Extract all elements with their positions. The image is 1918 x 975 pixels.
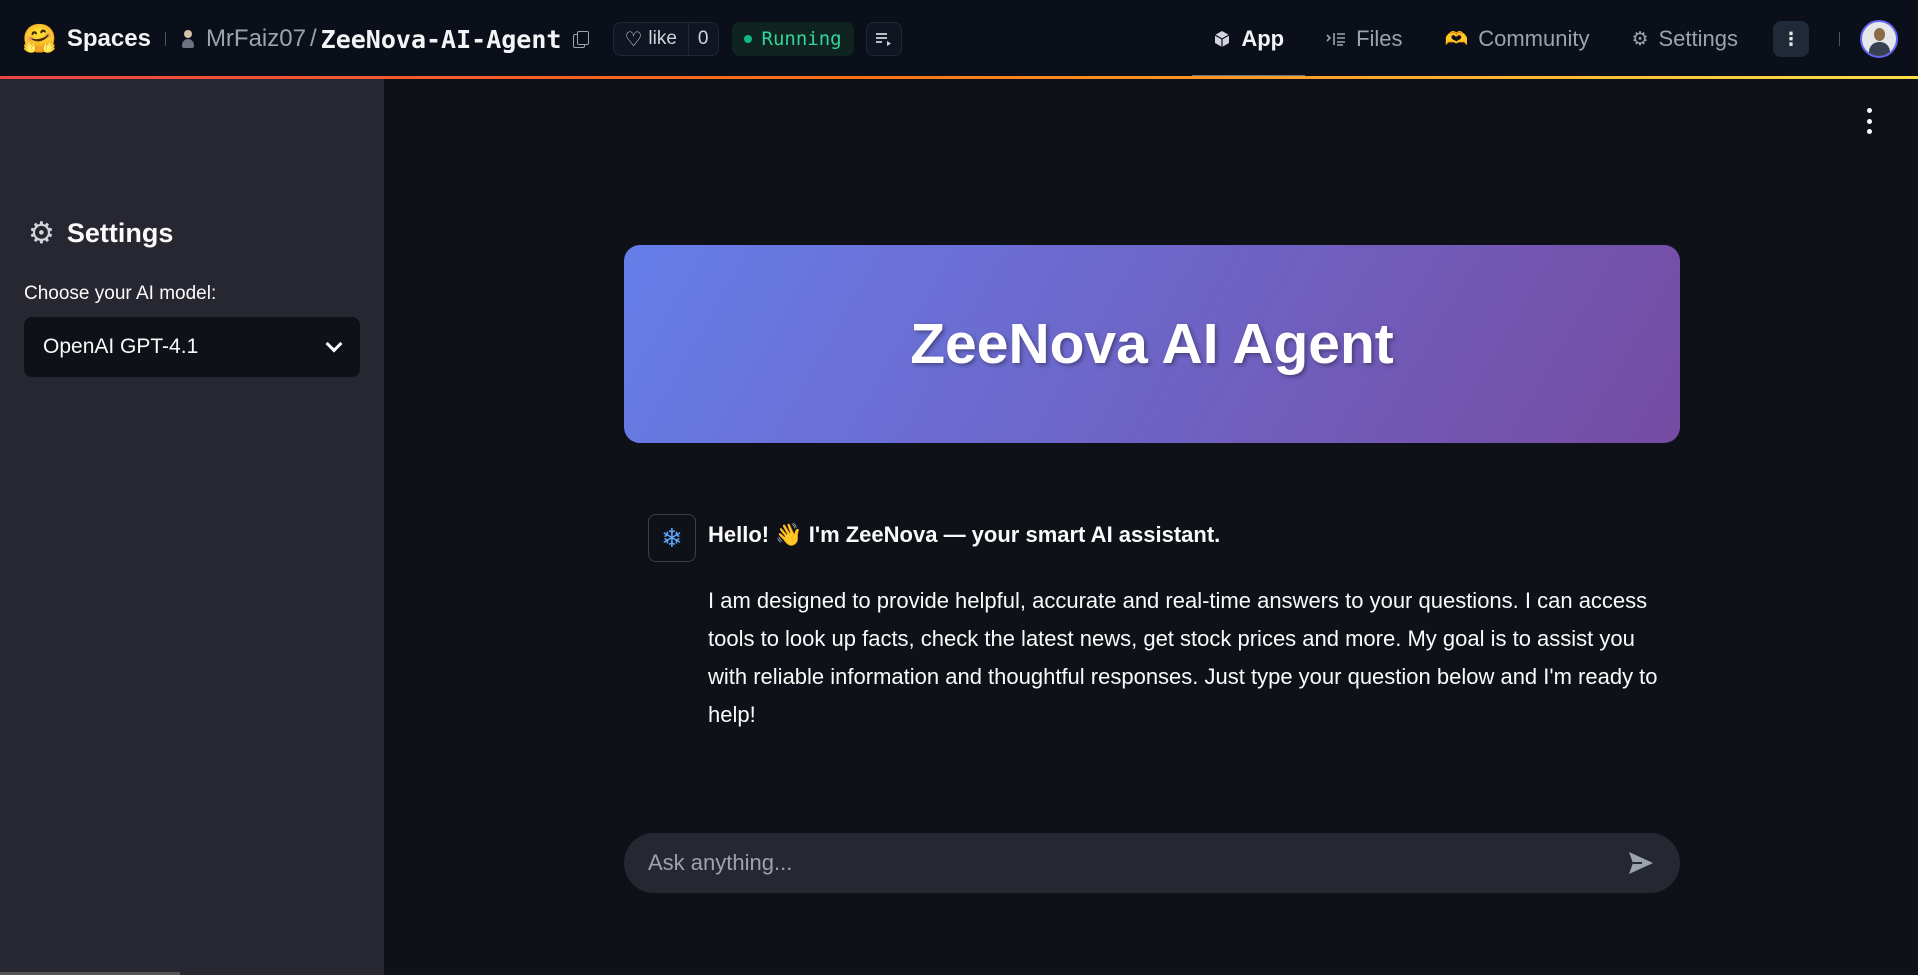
logs-button[interactable] — [865, 22, 902, 56]
like-button[interactable]: ♡ like — [614, 23, 687, 55]
status-dot-icon — [743, 35, 752, 43]
divider — [1839, 32, 1840, 46]
gear-icon: ⚙ — [28, 217, 55, 250]
sidebar: ⚙ Settings Choose your AI model: OpenAI … — [0, 79, 384, 975]
status-badge[interactable]: Running — [731, 22, 854, 56]
like-group: ♡ like 0 — [613, 22, 719, 56]
like-count[interactable]: 0 — [687, 23, 718, 55]
like-label: like — [648, 28, 677, 49]
tab-community-label: Community — [1478, 26, 1590, 51]
tab-settings-label: Settings — [1658, 26, 1739, 51]
chat-input[interactable] — [648, 850, 1626, 876]
spaces-link[interactable]: Spaces — [67, 25, 151, 53]
model-select-label: Choose your AI model: — [24, 283, 217, 304]
space-nav: App Files 🫶 Community ⚙ Settings ⋮ — [1192, 0, 1918, 78]
main-menu-icon[interactable] — [1862, 108, 1876, 134]
space-header: 🤗 Spaces MrFaiz07 / ZeeNova-AI-Agent ♡ l… — [0, 0, 902, 78]
message-body: Hello! 👋 I'm ZeeNova — your smart AI ass… — [708, 520, 1680, 734]
community-icon: 🫶 — [1444, 29, 1469, 50]
tab-app-label: App — [1241, 26, 1285, 51]
files-icon — [1326, 33, 1346, 46]
hero-banner: ZeeNova AI Agent — [624, 245, 1680, 443]
model-select[interactable]: OpenAI GPT-4.1 — [24, 317, 360, 377]
model-select-value: OpenAI GPT-4.1 — [43, 335, 199, 358]
repo-name-link[interactable]: ZeeNova-AI-Agent — [321, 25, 562, 54]
owner-avatar-icon[interactable] — [180, 28, 196, 50]
tab-files[interactable]: Files — [1305, 0, 1423, 78]
status-label: Running — [761, 28, 842, 50]
owner-link[interactable]: MrFaiz07 — [206, 25, 306, 53]
tab-files-label: Files — [1356, 26, 1403, 51]
tab-app[interactable]: App — [1192, 0, 1305, 78]
more-options-icon[interactable]: ⋮ — [1773, 21, 1809, 57]
sidebar-title-label: Settings — [66, 218, 174, 248]
logs-icon — [875, 33, 891, 46]
message-text: I am designed to provide helpful, accura… — [708, 588, 1658, 727]
snowflake-icon: ❄ — [648, 514, 696, 562]
chevron-down-icon — [325, 335, 343, 353]
divider — [164, 32, 166, 46]
top-bar: 🤗 Spaces MrFaiz07 / ZeeNova-AI-Agent ♡ l… — [0, 0, 1918, 78]
chat-input-bar — [624, 833, 1680, 893]
gear-icon: ⚙ — [1631, 28, 1649, 50]
hugging-face-logo-icon[interactable]: 🤗 — [22, 25, 57, 53]
page-title: ZeeNova AI Agent — [910, 312, 1394, 376]
tab-community[interactable]: 🫶 Community — [1424, 0, 1611, 78]
path-separator: / — [309, 25, 317, 52]
message-greeting: Hello! 👋 I'm ZeeNova — your smart AI ass… — [708, 522, 1221, 547]
tab-settings[interactable]: ⚙ Settings — [1610, 0, 1759, 78]
sidebar-title: ⚙ Settings — [28, 216, 173, 251]
send-icon[interactable] — [1626, 848, 1656, 878]
copy-icon[interactable] — [573, 31, 590, 48]
user-avatar[interactable] — [1860, 20, 1898, 58]
cube-icon — [1215, 31, 1230, 47]
heart-icon: ♡ — [624, 28, 643, 51]
